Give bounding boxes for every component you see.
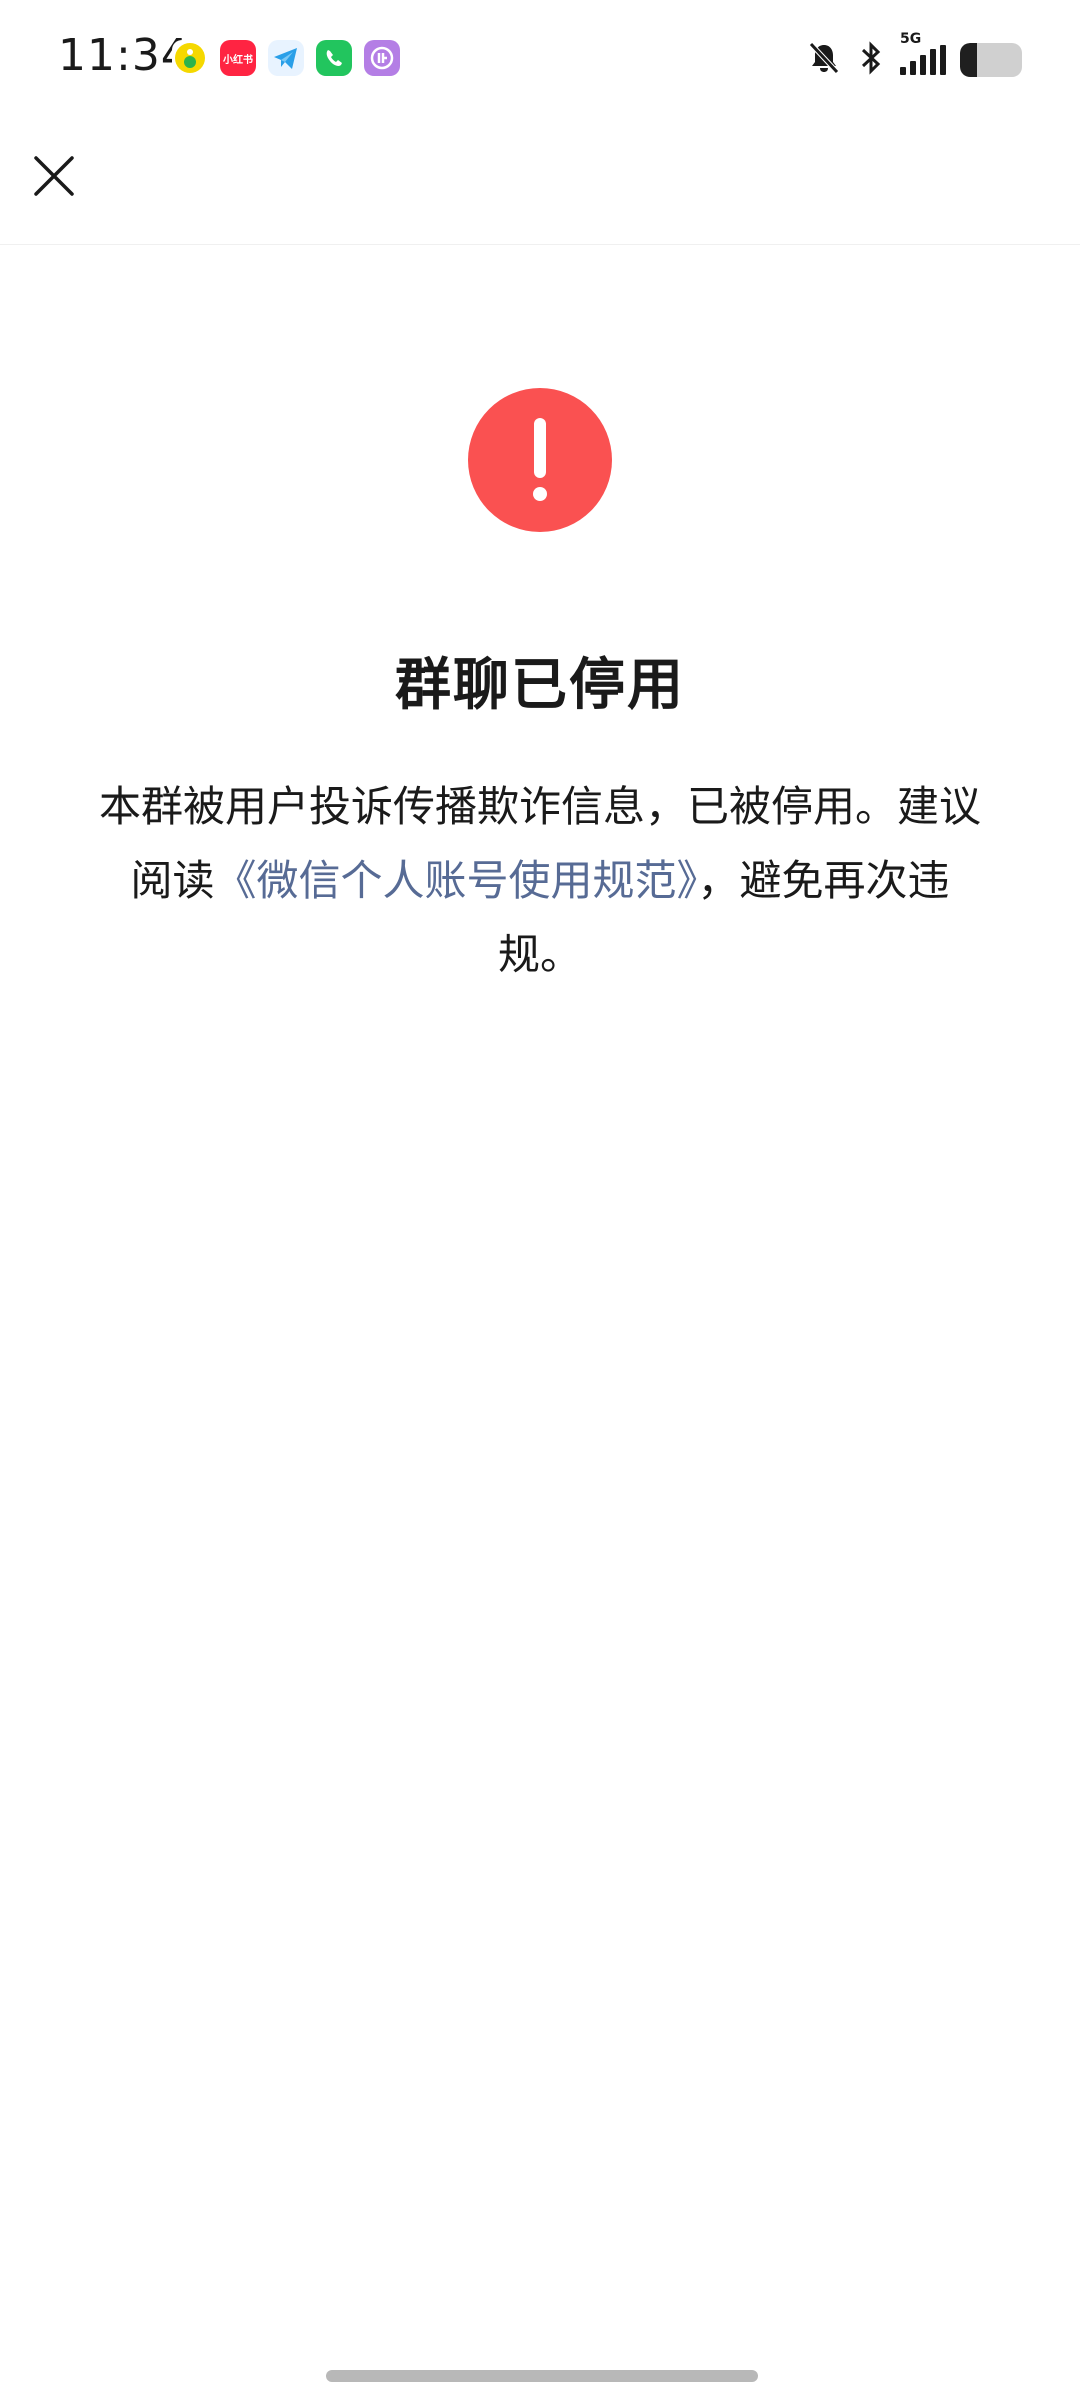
page-title: 群聊已停用 [395, 653, 685, 718]
close-icon [34, 156, 74, 196]
telegram-icon [268, 40, 304, 76]
bluetooth-icon [856, 40, 886, 80]
account-rules-link[interactable]: 《微信个人账号使用规范》 [214, 856, 697, 905]
signal-icon: 5G [900, 31, 946, 75]
status-bar: 11:34 小红书 5G [0, 0, 1080, 120]
purple-app-icon [364, 40, 400, 76]
xiaohongshu-icon-label: 小红书 [223, 54, 253, 66]
page: 11:34 小红书 5G 群聊已停用 本群被用户投诉传播欺诈信息，已被停用。建议… [0, 0, 1080, 2400]
description: 本群被用户投诉传播欺诈信息，已被停用。建议阅读《微信个人账号使用规范》，避免再次… [90, 770, 990, 992]
bell-muted-icon [806, 40, 842, 80]
top-nav [0, 120, 1080, 245]
notification-icons: 小红书 [172, 40, 400, 76]
network-type-label: 5G [900, 31, 922, 47]
home-indicator[interactable] [326, 2370, 758, 2382]
system-icons: 5G [806, 31, 1022, 80]
battery-fill [960, 43, 978, 77]
close-button[interactable] [22, 144, 86, 208]
phone-app-icon [316, 40, 352, 76]
status-time: 11:34 [58, 30, 190, 81]
xiaohongshu-icon: 小红书 [220, 40, 256, 76]
exclamation-circle-icon [468, 388, 612, 532]
battery-icon [960, 43, 1022, 77]
music-app-icon [172, 40, 208, 76]
